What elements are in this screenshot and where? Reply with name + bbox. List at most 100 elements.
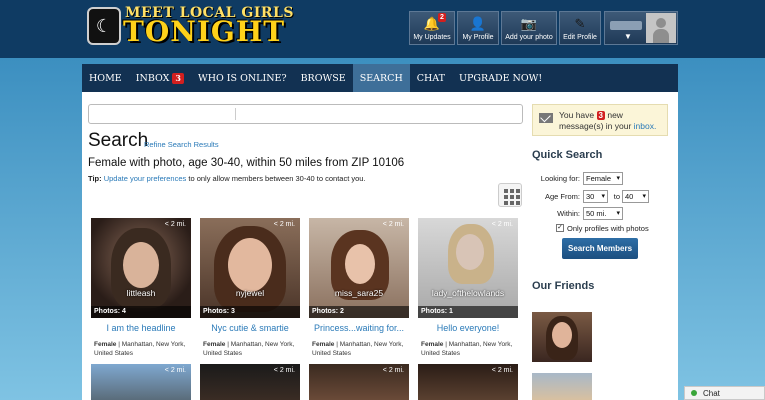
search-criteria: Female with photo, age 30-40, within 50 … [88,157,405,169]
photo-count: Photos: 1 [418,306,518,318]
profile-photo[interactable]: < 2 mi. [418,364,518,400]
distance-label: < 2 mi. [382,367,404,374]
nav-upgrade-label: UPGRADE NOW! [458,72,543,84]
profile-photo[interactable]: < 2 mi. [309,364,409,400]
nav-inbox[interactable]: INBOX 3 [129,64,191,92]
add-photo-button[interactable]: 📷 Add your photo [501,11,557,45]
profile-headline[interactable]: Hello everyone! [418,323,518,333]
inbox-count-badge: 3 [172,72,184,84]
avatar [646,13,676,43]
within-label: Within: [557,209,580,218]
looking-for-label: Looking for: [540,174,580,183]
photo-count: Photos: 4 [91,306,191,318]
nav-search-label: SEARCH [359,72,403,84]
friend-photo[interactable] [532,373,592,400]
profile-photo[interactable]: < 2 mi. miss_sara25 Photos: 2 [309,218,409,318]
profile-meta: Female | Manhattan, New York, United Sta… [421,341,513,357]
distance-label: < 2 mi. [164,221,186,228]
chat-tab-label: Chat [703,389,720,398]
inbox-notice-text: You have 3 new message(s) in your inbox. [559,110,667,132]
distance-label: < 2 mi. [491,367,513,374]
photo-count: Photos: 2 [309,306,409,318]
distance-label: < 2 mi. [382,221,404,228]
edit-profile-button[interactable]: ✎ Edit Profile [559,11,601,45]
nav-browse[interactable]: BROWSE [294,64,353,92]
updates-count-badge: 2 [438,13,446,22]
header-actions: 2 🔔 My Updates 👤 My Profile 📷 Add your p… [409,11,601,45]
new-message-count: 3 [596,111,605,120]
photos-only-label: Only profiles with photos [567,224,649,233]
chevron-down-icon: ▼ [624,32,632,41]
profile-headline[interactable]: Nyc cutie & smartie [200,323,300,333]
grid-view-icon[interactable] [498,183,522,207]
profile-headline[interactable]: I am the headline [91,323,191,333]
main-nav: HOME INBOX 3 WHO IS ONLINE? BROWSE SEARC… [82,64,678,92]
looking-for-select[interactable]: Female [583,172,623,185]
my-updates-label: My Updates [413,34,451,41]
profile-meta: Female | Manhattan, New York, United Sta… [312,341,404,357]
edit-profile-label: Edit Profile [563,34,597,41]
age-to-select[interactable]: 40 [622,190,649,203]
nav-home-label: HOME [89,72,122,84]
profile-photo[interactable]: < 2 mi. nyjewel Photos: 3 [200,218,300,318]
camera-icon: 📷 [520,16,538,31]
chat-tab[interactable]: Chat [684,386,765,400]
quick-search-title: Quick Search [532,149,603,161]
user-menu-button[interactable]: ▼ [604,11,678,45]
distance-label: < 2 mi. [491,221,513,228]
envelope-icon [539,113,553,123]
profile-meta: Female | Manhattan, New York, United Sta… [94,341,186,357]
nav-home[interactable]: HOME [82,64,129,92]
profile-photo[interactable]: < 2 mi. [91,364,191,400]
gender-label: Female [312,341,335,348]
inbox-link[interactable]: inbox. [634,121,657,131]
search-divider [235,108,236,120]
search-members-button[interactable]: Search Members [562,238,638,259]
profile-photo[interactable]: < 2 mi. [200,364,300,400]
profile-photo[interactable]: < 2 mi. littleash Photos: 4 [91,218,191,318]
search-input[interactable] [88,104,523,124]
profile-photo[interactable]: < 2 mi. lady_ofthelowlands Photos: 1 [418,218,518,318]
username-label: nyjewel [235,288,265,298]
update-preferences-link[interactable]: Update your preferences [104,174,187,183]
nav-who-online[interactable]: WHO IS ONLINE? [191,64,294,92]
result-card[interactable]: < 2 mi. littleash Photos: 4 I am the hea… [91,218,191,358]
refine-search-link[interactable]: Refine Search Results [144,140,219,149]
tip-label: Tip: [88,174,102,183]
nav-chat-label: CHAT [416,72,445,84]
site-logo[interactable]: ☾ MEET LOCAL GIRLS TONIGHT [87,5,322,49]
nav-chat[interactable]: CHAT [410,64,452,92]
gender-label: Female [421,341,444,348]
result-card[interactable]: < 2 mi. miss_sara25 Photos: 2 Princess..… [309,218,409,358]
friend-photo[interactable] [532,312,592,362]
distance-label: < 2 mi. [273,367,295,374]
age-from-label: Age From: [544,192,580,201]
profile-headline[interactable]: Princess...waiting for... [309,323,409,333]
age-from-select[interactable]: 30 [583,190,608,203]
result-card[interactable]: < 2 mi. nyjewel Photos: 3 Nyc cutie & sm… [200,218,300,358]
nav-browse-label: BROWSE [300,72,346,84]
our-friends-title: Our Friends [532,280,595,292]
logo-title: TONIGHT [123,15,286,48]
within-select[interactable]: 50 mi. [583,207,623,220]
inbox-notice: You have 3 new message(s) in your inbox. [532,104,668,136]
add-photo-label: Add your photo [505,34,553,41]
nav-who-online-label: WHO IS ONLINE? [197,72,287,84]
photo-count: Photos: 3 [200,306,300,318]
age-to-label: to [613,192,620,201]
result-card[interactable]: < 2 mi. lady_ofthelowlands Photos: 1 Hel… [418,218,518,358]
tip-text: Tip: Update your preferences to only all… [88,174,366,183]
nav-search[interactable]: SEARCH [352,64,410,92]
page-title: Search [88,130,149,151]
person-icon: 👤 [469,16,487,31]
my-profile-label: My Profile [462,34,494,41]
gender-label: Female [203,341,226,348]
photos-only-checkbox[interactable]: ✓ [556,224,564,232]
my-profile-button[interactable]: 👤 My Profile [457,11,499,45]
my-updates-button[interactable]: 2 🔔 My Updates [409,11,455,45]
tip-rest: to only allow members between 30-40 to c… [188,174,366,183]
distance-label: < 2 mi. [164,367,186,374]
nav-upgrade[interactable]: UPGRADE NOW! [452,64,549,92]
gender-label: Female [94,341,117,348]
inbox-notice-pre: You have [559,110,595,120]
